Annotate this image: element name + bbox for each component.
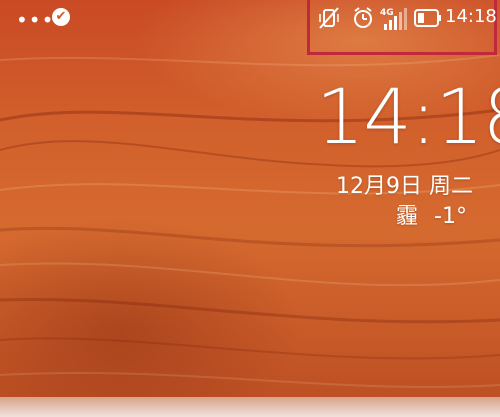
check-circle-icon: ✔: [52, 8, 70, 26]
status-time: 14:18: [445, 6, 497, 27]
network-type-label: 4G: [380, 8, 394, 18]
alarm-clock-icon: [354, 7, 372, 28]
status-bar: ••• ✔ 4G 14:18: [0, 0, 500, 55]
temperature: -1°: [434, 204, 467, 229]
lock-date: 12月9日 周二: [336, 174, 473, 199]
lock-clock: 14:18: [316, 72, 500, 161]
haze-icon: 霾: [396, 204, 419, 229]
more-icon[interactable]: •••: [16, 8, 54, 32]
signal-4g-icon: 4G: [380, 8, 407, 30]
lock-screen: ••• ✔ 4G 14:18 14:1 12月9日 周二 霾 -1°: [0, 0, 500, 417]
weather-info: 霾 -1°: [396, 198, 467, 230]
battery-icon: [414, 9, 441, 27]
vibrate-off-icon: [319, 7, 339, 29]
bottom-edge: [0, 397, 500, 417]
